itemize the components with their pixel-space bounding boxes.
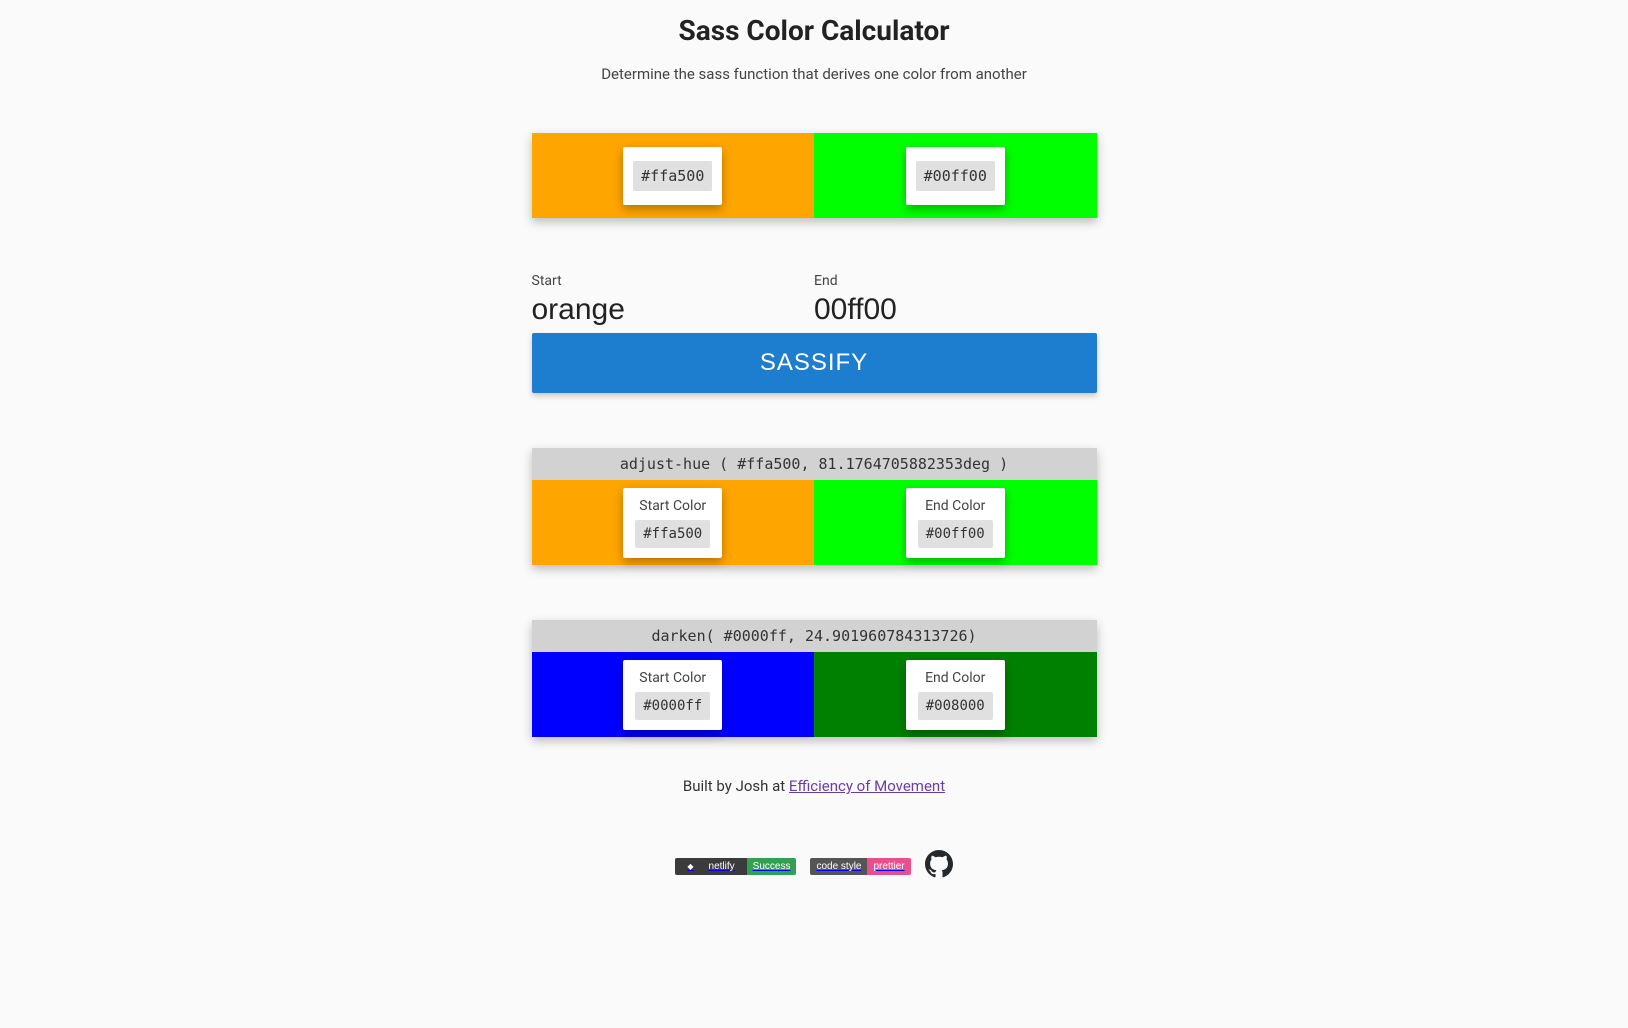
netlify-diamond-icon: ◆ xyxy=(681,862,699,871)
result-block: darken( #0000ff, 24.901960784313726) Sta… xyxy=(532,620,1097,737)
github-link[interactable] xyxy=(925,850,953,882)
start-input[interactable] xyxy=(532,291,815,333)
result-start-hex: #0000ff xyxy=(635,692,710,720)
start-swatch: #ffa500 xyxy=(532,133,815,218)
sassify-button[interactable]: SASSIFY xyxy=(532,333,1097,393)
result-start-card: Start Color #0000ff xyxy=(623,660,722,730)
end-swatch: #00ff00 xyxy=(814,133,1097,218)
page-title: Sass Color Calculator xyxy=(0,0,1628,47)
result-function: darken( #0000ff, 24.901960784313726) xyxy=(532,620,1097,652)
result-start-label: Start Color xyxy=(635,670,710,686)
result-end-swatch: End Color #00ff00 xyxy=(814,480,1097,565)
result-start-swatch: Start Color #0000ff xyxy=(532,652,815,737)
top-color-row: #ffa500 #00ff00 xyxy=(532,133,1097,218)
result-block: adjust-hue ( #ffa500, 81.1764705882353de… xyxy=(532,448,1097,565)
footer: Built by Josh at Efficiency of Movement xyxy=(532,777,1097,795)
inputs-row: Start End xyxy=(532,273,1097,333)
netlify-badge[interactable]: ◆netlify Success xyxy=(675,858,796,875)
result-end-label: End Color xyxy=(918,498,993,514)
github-icon xyxy=(925,850,953,878)
result-function: adjust-hue ( #ffa500, 81.1764705882353de… xyxy=(532,448,1097,480)
end-hex: #00ff00 xyxy=(916,161,995,191)
start-hex: #ffa500 xyxy=(633,161,712,191)
result-end-hex: #00ff00 xyxy=(918,520,993,548)
end-hex-card: #00ff00 xyxy=(906,147,1005,205)
result-end-label: End Color xyxy=(918,670,993,686)
prettier-badge[interactable]: code style prettier xyxy=(810,858,910,875)
footer-link[interactable]: Efficiency of Movement xyxy=(789,777,945,795)
start-label: Start xyxy=(532,273,815,289)
result-end-card: End Color #00ff00 xyxy=(906,488,1005,558)
result-end-hex: #008000 xyxy=(918,692,993,720)
result-start-card: Start Color #ffa500 xyxy=(623,488,722,558)
page-subtitle: Determine the sass function that derives… xyxy=(0,65,1628,83)
start-hex-card: #ffa500 xyxy=(623,147,722,205)
result-end-card: End Color #008000 xyxy=(906,660,1005,730)
result-end-swatch: End Color #008000 xyxy=(814,652,1097,737)
badges-row: ◆netlify Success code style prettier xyxy=(532,850,1097,882)
end-label: End xyxy=(814,273,1097,289)
result-start-swatch: Start Color #ffa500 xyxy=(532,480,815,565)
footer-prefix: Built by Josh at xyxy=(683,777,789,795)
end-input[interactable] xyxy=(814,291,1097,333)
result-start-hex: #ffa500 xyxy=(635,520,710,548)
result-start-label: Start Color xyxy=(635,498,710,514)
